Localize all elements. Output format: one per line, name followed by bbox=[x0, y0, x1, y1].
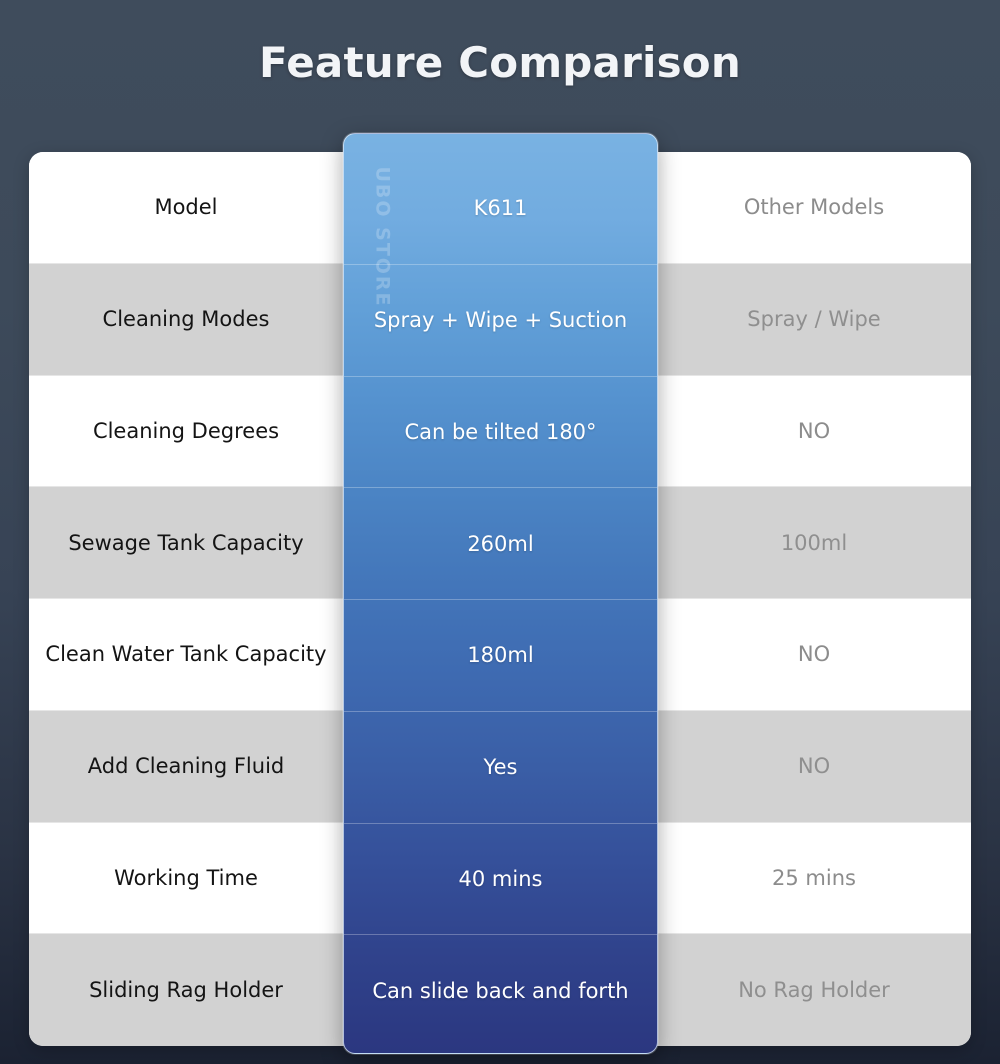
comparison-table: Model Other Models Cleaning Modes Spray … bbox=[29, 152, 971, 1046]
other-models-value: Spray / Wipe bbox=[747, 307, 881, 331]
feature-label: Model bbox=[154, 195, 218, 220]
table-row: Sewage Tank Capacity 100ml bbox=[29, 487, 971, 599]
k611-value-spacer bbox=[343, 264, 657, 375]
feature-label: Working Time bbox=[114, 865, 258, 890]
feature-label: Clean Water Tank Capacity bbox=[45, 642, 327, 667]
k611-value-spacer bbox=[343, 599, 657, 710]
feature-label: Sewage Tank Capacity bbox=[68, 530, 304, 555]
table-row: Cleaning Degrees NO bbox=[29, 375, 971, 488]
feature-label: Cleaning Modes bbox=[102, 307, 270, 331]
other-models-value: NO bbox=[797, 642, 831, 667]
comparison-table-wrap: Model Other Models Cleaning Modes Spray … bbox=[29, 152, 971, 1046]
page-title: Feature Comparison bbox=[259, 38, 741, 87]
table-row: Sliding Rag Holder No Rag Holder bbox=[29, 934, 971, 1046]
feature-label: Sliding Rag Holder bbox=[89, 978, 283, 1002]
feature-label: Cleaning Degrees bbox=[92, 418, 280, 443]
k611-value-spacer bbox=[343, 376, 657, 487]
table-row: Clean Water Tank Capacity NO bbox=[29, 599, 971, 711]
table-row: Cleaning Modes Spray / Wipe bbox=[29, 263, 971, 376]
table-row: Add Cleaning Fluid NO bbox=[29, 710, 971, 823]
k611-value-spacer bbox=[343, 711, 657, 822]
other-models-value: NO bbox=[797, 754, 831, 778]
k611-value-spacer bbox=[343, 487, 657, 598]
k611-value-spacer bbox=[343, 152, 657, 263]
other-models-value: Other Models bbox=[743, 195, 885, 220]
other-models-value: NO bbox=[797, 418, 831, 443]
table-row: Model Other Models bbox=[29, 152, 971, 264]
k611-value-spacer bbox=[343, 823, 657, 934]
k611-value-spacer bbox=[343, 934, 657, 1046]
other-models-value: No Rag Holder bbox=[738, 978, 890, 1002]
other-models-value: 25 mins bbox=[772, 865, 856, 890]
table-row: Working Time 25 mins bbox=[29, 822, 971, 935]
other-models-value: 100ml bbox=[780, 530, 848, 555]
feature-label: Add Cleaning Fluid bbox=[87, 754, 285, 778]
